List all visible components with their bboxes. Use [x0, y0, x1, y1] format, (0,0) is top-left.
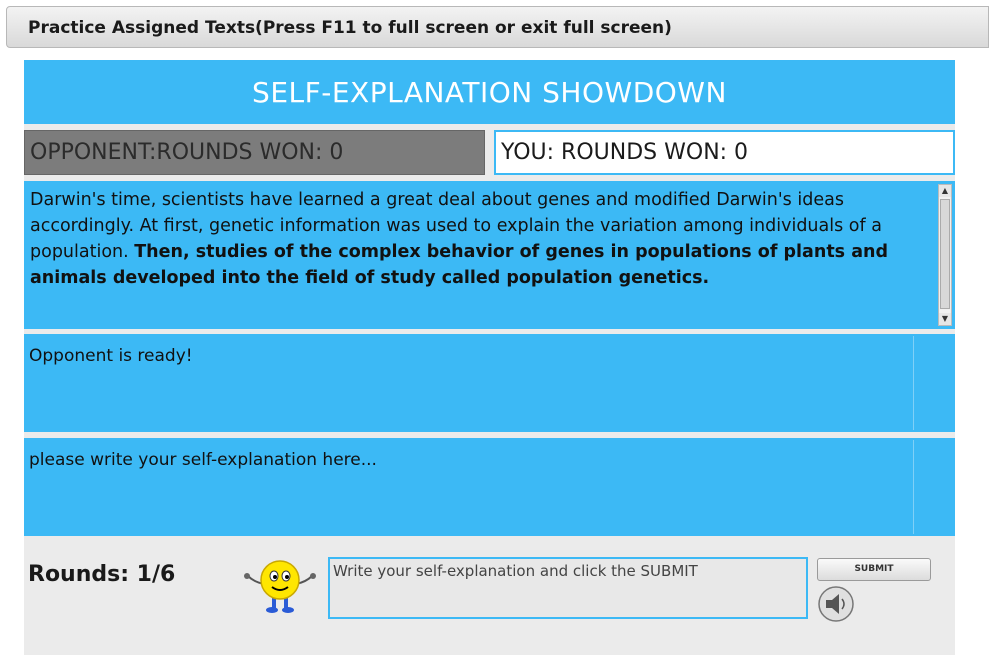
scroll-thumb[interactable]	[940, 199, 950, 309]
submit-button[interactable]: SUBMIT	[817, 558, 931, 581]
self-explanation-inner[interactable]: please write your self-explanation here.…	[24, 440, 914, 534]
self-explanation-input[interactable]: please write your self-explanation here.…	[24, 438, 955, 536]
scroll-down-arrow-icon[interactable]: ▼	[939, 313, 951, 325]
opponent-message-inner: Opponent is ready!	[24, 336, 914, 430]
hint-box: Write your self-explanation and click th…	[328, 557, 808, 619]
reading-text-box[interactable]: Darwin's time, scientists have learned a…	[24, 181, 955, 329]
reading-text: Darwin's time, scientists have learned a…	[30, 187, 935, 291]
self-explanation-placeholder: please write your self-explanation here.…	[29, 450, 377, 470]
game-panel: SELF-EXPLANATION SHOWDOWN OPPONENT:ROUND…	[24, 60, 955, 655]
game-header: SELF-EXPLANATION SHOWDOWN	[24, 60, 955, 124]
hint-text: Write your self-explanation and click th…	[333, 562, 698, 580]
opponent-message: Opponent is ready!	[29, 346, 193, 366]
window-title-bar: Practice Assigned Texts(Press F11 to ful…	[6, 6, 989, 48]
smiley-mascot-icon	[244, 560, 316, 613]
speaker-icon[interactable]	[817, 585, 855, 623]
scroll-up-arrow-icon[interactable]: ▲	[939, 185, 951, 197]
opponent-score: OPPONENT:ROUNDS WON: 0	[24, 130, 485, 175]
window-title: Practice Assigned Texts(Press F11 to ful…	[28, 18, 672, 38]
reading-text-bold: Then, studies of the complex behavior of…	[30, 242, 888, 288]
reading-scrollbar[interactable]: ▲ ▼	[938, 184, 952, 326]
opponent-message-box: Opponent is ready!	[24, 334, 955, 432]
rounds-counter: Rounds: 1/6	[28, 562, 176, 587]
your-score: YOU: ROUNDS WON: 0	[494, 130, 955, 175]
